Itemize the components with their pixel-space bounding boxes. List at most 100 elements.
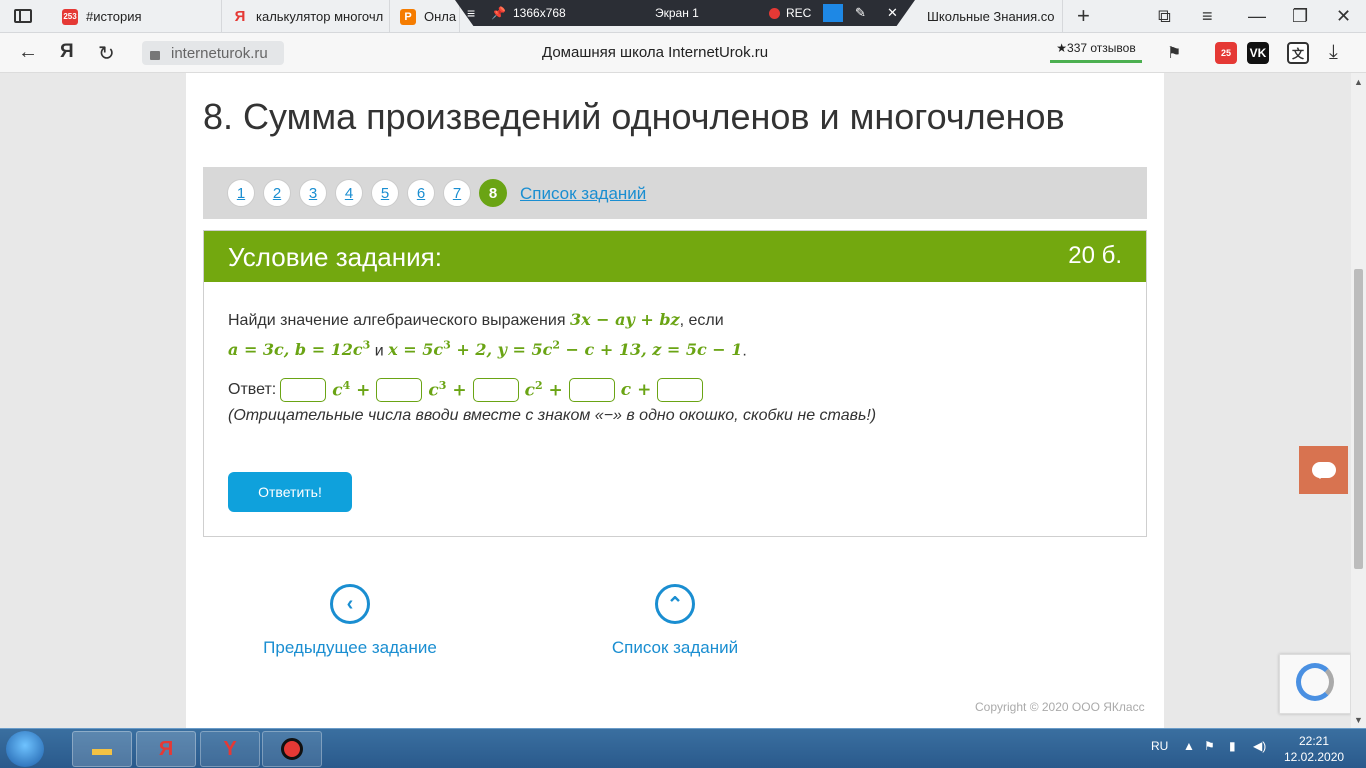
yandex-browser-taskbar-icon[interactable]: Я [136,731,196,767]
pencil-icon[interactable]: ✎ [855,5,866,21]
reviews-badge[interactable]: ★337 отзывов [1050,41,1142,63]
page-scrollbar[interactable]: ▲ ▼ [1351,73,1366,728]
task-card: Условие задания: 20 б. Найди значение ал… [203,230,1147,537]
explorer-taskbar-icon[interactable]: ▬ [72,731,132,767]
scroll-down-icon[interactable]: ▼ [1354,715,1363,725]
copyright: Copyright © 2020 ООО ЯКласс [975,700,1145,714]
vk-extension-icon[interactable]: VK [1247,42,1269,64]
recaptcha-icon [1296,663,1334,701]
tab-label: Школьные Знания.co [927,9,1055,24]
task-points: 20 б. [1068,242,1122,269]
answer-input-c4[interactable] [280,378,327,402]
answer-row: Ответ: c4 + c3 + c2 + c + [228,378,707,402]
task-pager: 1 2 3 4 5 6 7 8 Список заданий [203,167,1147,219]
recaptcha-badge[interactable] [1279,654,1351,714]
minimize-icon[interactable]: — [1248,6,1266,27]
term-c2: c2 + [524,379,563,401]
adblock-extension-icon[interactable]: 25 [1215,42,1237,64]
sidebar-toggle-icon[interactable] [14,9,32,23]
task-list-nav-link[interactable]: ⌃ Список заданий [575,584,775,658]
task-header-title: Условие задания: [228,242,442,272]
screen-label: Экран 1 [655,6,699,20]
tab-znania[interactable]: Школьные Знания.co [905,0,1063,33]
yandex-taskbar-icon[interactable]: Y [200,731,260,767]
pin-icon[interactable]: 📌 [491,6,506,20]
rec-label[interactable]: REC [786,6,811,20]
answer-input-c1[interactable] [568,378,615,402]
site-icon: Р [400,8,416,25]
page-title: Домашняя школа InternetUrok.ru [542,44,769,61]
language-indicator[interactable]: RU [1151,739,1168,753]
address-bar: ← Я ↻ interneturok.ru Домашняя школа Int… [0,33,1366,73]
start-button-icon[interactable] [6,731,44,767]
answer-input-c3[interactable] [376,378,423,402]
system-clock[interactable]: 22:21 12.02.2020 [1284,733,1344,765]
and-word: и [370,342,389,360]
recorder-taskbar-icon[interactable] [262,731,322,767]
tab-label: Онла [424,9,457,24]
tab-history[interactable]: 253 #история [52,0,222,33]
url-field[interactable]: interneturok.ru [142,41,284,65]
prev-task-link[interactable]: ‹ Предыдущее задание [250,584,450,658]
chevron-up-icon[interactable]: ⌃ [655,584,695,624]
answer-input-c0[interactable] [657,378,704,402]
page-link-3[interactable]: 3 [299,179,327,207]
download-icon[interactable]: ⤓ [1329,41,1338,64]
tray-expand-icon[interactable]: ▲ [1183,739,1195,753]
camera-icon[interactable] [823,4,843,22]
page-link-2[interactable]: 2 [263,179,291,207]
recorder-close-icon[interactable]: ✕ [887,5,898,21]
restore-icon[interactable]: ❐ [1292,6,1308,27]
if-word: , если [679,312,724,329]
answer-label: Ответ: [228,381,277,398]
action-center-icon[interactable]: ⚑ [1204,739,1215,753]
scroll-thumb[interactable] [1354,269,1363,569]
tab-calculator[interactable]: Я калькулятор многочл [222,0,390,33]
period: . [742,342,747,360]
new-tab-icon[interactable]: + [1077,3,1090,29]
windows-taskbar: ▬ Я Y RU ▲ ⚑ ▮ ◀) 22:21 12.02.2020 [0,728,1366,768]
record-dot-icon [769,7,780,19]
clock-date: 12.02.2020 [1284,750,1345,764]
recorder-menu-icon[interactable]: ≡ [467,5,475,21]
term-c4: c4 + [332,379,371,401]
bookmarks-icon[interactable]: ⧉ [1158,6,1171,27]
page-link-4[interactable]: 4 [335,179,363,207]
submit-answer-button[interactable]: Ответить! [228,472,352,512]
answer-hint: (Отрицательные числа вводи вместе с знак… [228,407,877,424]
tab-online[interactable]: Р Онла [390,0,460,33]
term-c: c + [620,380,652,400]
page-link-7[interactable]: 7 [443,179,471,207]
condition-a-b: a = 3c, b = 12c3 [228,339,371,360]
tab-label: калькулятор многочл [256,9,384,24]
screen-recorder-bar: ≡ 📌 1366x768 Экран 1 REC ✎ ✕ [455,0,915,26]
clock-time: 22:21 [1298,734,1330,748]
page-link-8-active[interactable]: 8 [479,179,507,207]
answer-input-c2[interactable] [472,378,519,402]
prev-task-label[interactable]: Предыдущее задание [250,638,450,658]
yandex-logo-icon[interactable]: Я [60,41,74,63]
reviews-text: ★337 отзывов [1056,41,1136,55]
chevron-left-icon[interactable]: ‹ [330,584,370,624]
task-list-link[interactable]: Список заданий [520,184,646,204]
page-link-1[interactable]: 1 [227,179,255,207]
chat-icon [1311,462,1336,479]
yandex-icon: Я [234,8,246,25]
lesson-title: 8. Сумма произведений одночленов и много… [203,96,1065,137]
problem-statement: Найди значение алгебраического выражения… [228,307,747,363]
tab-label: #история [86,9,142,24]
network-icon[interactable]: ▮ [1229,739,1236,753]
close-icon[interactable]: ✕ [1336,6,1351,27]
page-link-5[interactable]: 5 [371,179,399,207]
page-link-6[interactable]: 6 [407,179,435,207]
menu-icon[interactable]: ≡ [1202,6,1213,27]
back-icon[interactable]: ← [18,41,38,64]
bookmark-icon[interactable]: ⚑ [1167,43,1181,63]
chat-button[interactable] [1299,446,1348,494]
translate-extension-icon[interactable]: 文 [1287,42,1309,64]
task-list-label[interactable]: Список заданий [575,638,775,658]
scroll-up-icon[interactable]: ▲ [1354,77,1363,87]
target-expression: 3x − ay + bz [569,310,680,329]
volume-icon[interactable]: ◀) [1253,739,1266,753]
reload-icon[interactable]: ↻ [98,41,115,66]
